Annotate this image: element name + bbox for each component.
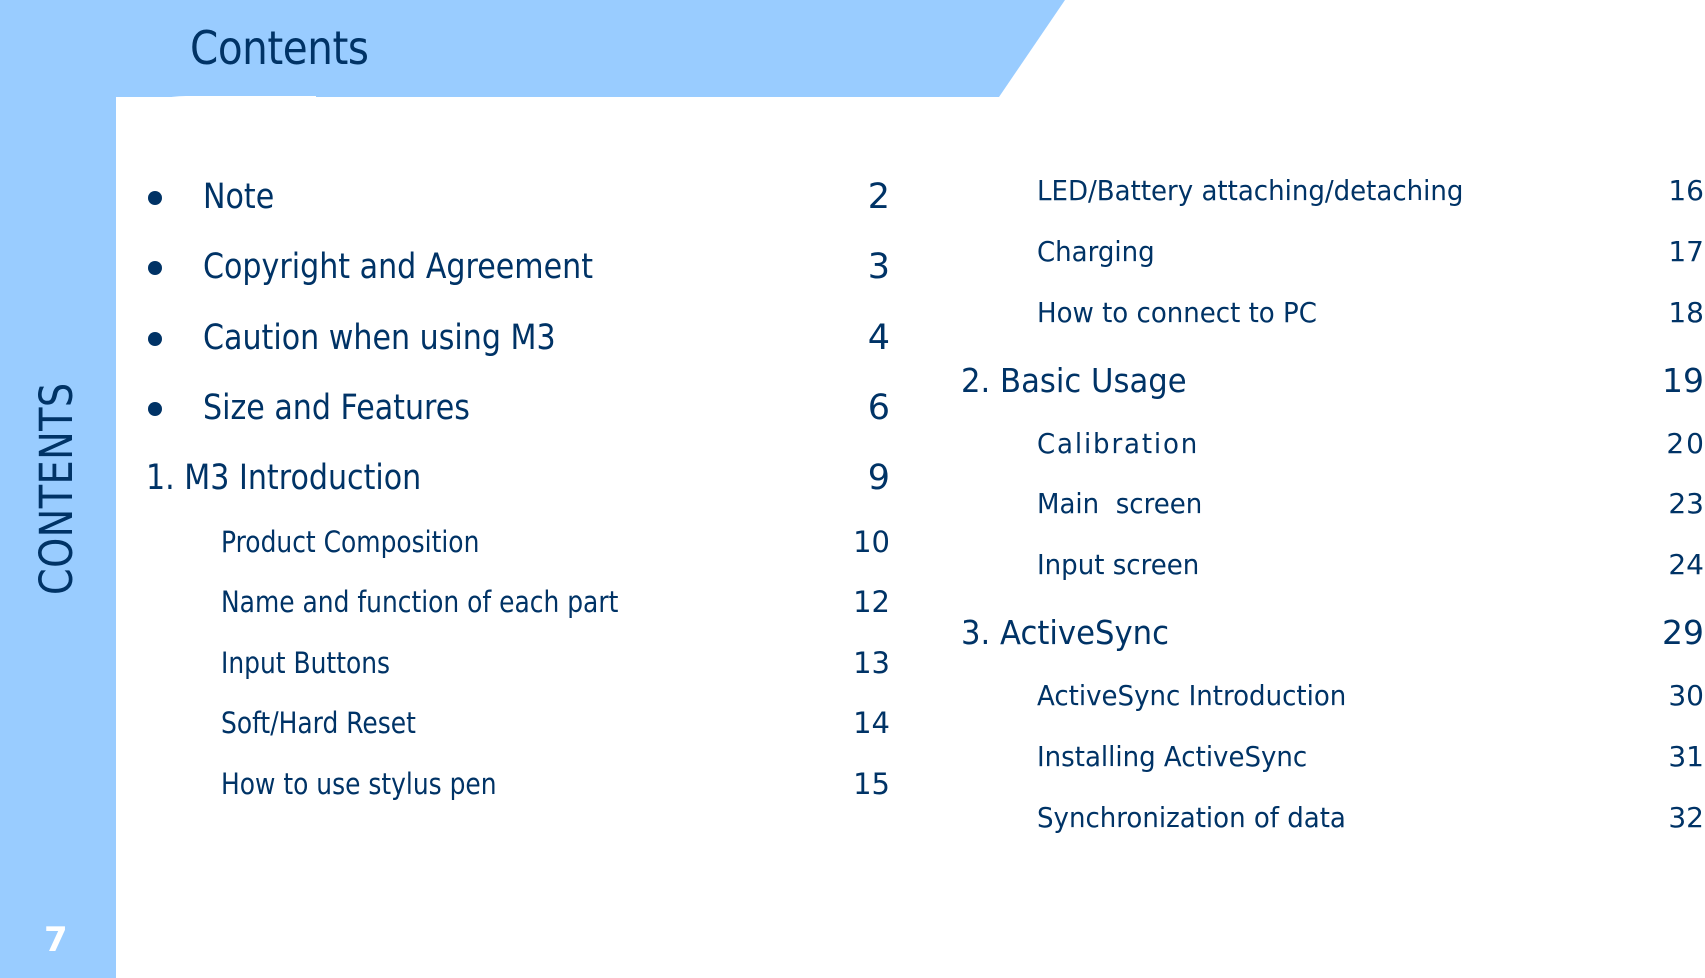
toc-entry-label: Calibration bbox=[1037, 427, 1200, 460]
toc-entry-label: LED/Battery attaching/detaching bbox=[1037, 174, 1464, 207]
toc-entry-page: 18 bbox=[1668, 296, 1704, 329]
toc-section-label: 2. Basic Usage bbox=[961, 361, 1187, 400]
page-title: Contents bbox=[190, 21, 369, 75]
bullet-icon bbox=[148, 191, 162, 205]
toc-entry-label: Installing ActiveSync bbox=[1037, 740, 1308, 773]
toc-entry-label: How to connect to PC bbox=[1037, 296, 1317, 329]
toc-entry-size-features[interactable]: Size and Features 6 bbox=[146, 388, 890, 428]
toc-entry-page: 2 bbox=[867, 177, 890, 217]
toc-entry-label: Caution when using M3 bbox=[203, 318, 556, 358]
toc-entry-page: 31 bbox=[1668, 740, 1704, 773]
toc-entry-note[interactable]: Note 2 bbox=[146, 177, 890, 217]
toc-entry-page: 6 bbox=[867, 388, 890, 428]
toc-entry-name-function[interactable]: Name and function of each part 12 bbox=[221, 585, 890, 619]
bullet-icon bbox=[148, 332, 162, 346]
toc-entry-calibration[interactable]: Calibration 20 bbox=[1037, 428, 1705, 460]
toc-entry-label: Product Composition bbox=[221, 525, 480, 559]
side-section-label: CONTENTS bbox=[30, 382, 83, 595]
toc-entry-page: 23 bbox=[1668, 487, 1704, 520]
toc-entry-page: 20 bbox=[1666, 427, 1705, 460]
toc-entry-main-screen[interactable]: Main screen 23 bbox=[1037, 488, 1705, 520]
toc-entry-stylus-pen[interactable]: How to use stylus pen 15 bbox=[221, 767, 890, 801]
bullet-icon bbox=[148, 261, 162, 275]
toc-entry-page: 3 bbox=[867, 247, 890, 287]
toc-section-page: 19 bbox=[1662, 361, 1704, 400]
toc-entry-page: 24 bbox=[1668, 548, 1704, 581]
toc-entry-label: How to use stylus pen bbox=[221, 767, 497, 801]
toc-entry-label: Size and Features bbox=[203, 388, 470, 428]
page-number: 7 bbox=[44, 920, 68, 960]
toc-entry-page: 32 bbox=[1668, 801, 1704, 834]
toc-entry-led-battery[interactable]: LED/Battery attaching/detaching 16 bbox=[1037, 175, 1705, 207]
toc-section-page: 9 bbox=[867, 458, 890, 498]
toc-section-page: 29 bbox=[1662, 613, 1704, 652]
toc-entry-label: ActiveSync Introduction bbox=[1037, 679, 1347, 712]
toc-entry-page: 13 bbox=[853, 646, 890, 680]
toc-entry-installing-activesync[interactable]: Installing ActiveSync 31 bbox=[1037, 741, 1705, 773]
toc-section-m3-introduction[interactable]: 1. M3 Introduction 9 bbox=[146, 458, 890, 498]
toc-entry-copyright[interactable]: Copyright and Agreement 3 bbox=[146, 247, 890, 287]
toc-entry-activesync-intro[interactable]: ActiveSync Introduction 30 bbox=[1037, 680, 1705, 712]
toc-entry-soft-hard-reset[interactable]: Soft/Hard Reset 14 bbox=[221, 706, 890, 740]
toc-entry-label: Charging bbox=[1037, 235, 1155, 268]
toc-entry-label: Note bbox=[203, 177, 275, 217]
toc-entry-page: 14 bbox=[853, 706, 890, 740]
toc-entry-charging[interactable]: Charging 17 bbox=[1037, 236, 1705, 268]
toc-entry-caution[interactable]: Caution when using M3 4 bbox=[146, 318, 890, 358]
toc-entry-label: Name and function of each part bbox=[221, 585, 619, 619]
toc-entry-label: Synchronization of data bbox=[1037, 801, 1346, 834]
toc-section-label: 1. M3 Introduction bbox=[146, 458, 422, 498]
toc-entry-input-buttons[interactable]: Input Buttons 13 bbox=[221, 646, 890, 680]
header-banner bbox=[0, 0, 1065, 97]
toc-entry-input-screen[interactable]: Input screen 24 bbox=[1037, 549, 1705, 581]
toc-entry-label: Copyright and Agreement bbox=[203, 247, 594, 287]
toc-entry-label: Main screen bbox=[1037, 487, 1203, 520]
toc-section-activesync[interactable]: 3. ActiveSync 29 bbox=[961, 614, 1705, 652]
toc-entry-label: Input screen bbox=[1037, 548, 1200, 581]
toc-entry-page: 4 bbox=[867, 318, 890, 358]
toc-entry-label: Soft/Hard Reset bbox=[221, 706, 416, 740]
toc-section-basic-usage[interactable]: 2. Basic Usage 19 bbox=[961, 362, 1705, 400]
toc-entry-connect-pc[interactable]: How to connect to PC 18 bbox=[1037, 297, 1705, 329]
toc-entry-product-composition[interactable]: Product Composition 10 bbox=[221, 525, 890, 559]
toc-entry-page: 16 bbox=[1668, 174, 1704, 207]
toc-entry-page: 17 bbox=[1668, 235, 1704, 268]
toc-entry-page: 12 bbox=[853, 585, 890, 619]
toc-entry-label: Input Buttons bbox=[221, 646, 391, 680]
toc-section-label: 3. ActiveSync bbox=[961, 613, 1169, 652]
toc-entry-page: 10 bbox=[853, 525, 890, 559]
toc-entry-page: 15 bbox=[853, 767, 890, 801]
toc-entry-page: 30 bbox=[1668, 679, 1704, 712]
toc-entry-synchronization[interactable]: Synchronization of data 32 bbox=[1037, 802, 1705, 834]
bullet-icon bbox=[148, 402, 162, 416]
